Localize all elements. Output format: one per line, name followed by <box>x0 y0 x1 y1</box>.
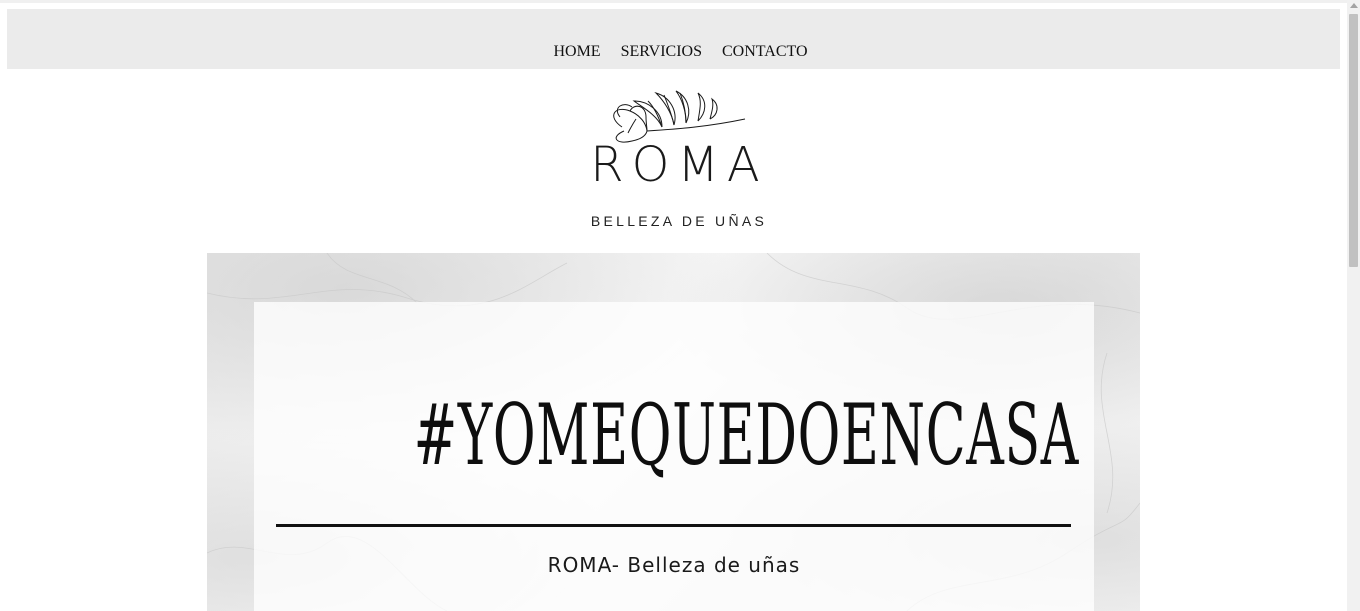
hero-subtitle: ROMA- Belleza de uñas <box>547 553 801 577</box>
top-strip <box>0 0 1347 3</box>
hero-heading: #YOMEQUEDOENCASA <box>413 386 1079 484</box>
brand-wordmark: ROMA <box>590 137 768 193</box>
hero-divider <box>276 524 1071 527</box>
scrollbar-thumb[interactable] <box>1349 14 1358 267</box>
nav-list: HOME SERVICIOS CONTACTO <box>7 43 1340 61</box>
scroll-up-arrow-icon[interactable] <box>1350 3 1358 8</box>
nav-link-contacto[interactable]: CONTACTO <box>722 43 808 60</box>
nav-link-servicios[interactable]: SERVICIOS <box>621 43 702 60</box>
brand-tagline: BELLEZA DE UÑAS <box>590 213 768 229</box>
brand-logo[interactable]: ROMA BELLEZA DE UÑAS <box>560 85 790 235</box>
nav-item-servicios: SERVICIOS <box>621 43 702 61</box>
nav-item-contacto: CONTACTO <box>722 43 808 61</box>
top-navbar: HOME SERVICIOS CONTACTO <box>7 9 1340 69</box>
hero-banner: #YOMEQUEDOENCASA ROMA- Belleza de uñas <box>207 253 1140 611</box>
nav-link-home[interactable]: HOME <box>553 43 600 60</box>
page: HOME SERVICIOS CONTACTO ROMA BELLEZA DE … <box>0 0 1360 611</box>
hero-card: #YOMEQUEDOENCASA ROMA- Belleza de uñas <box>254 302 1094 611</box>
vertical-scrollbar[interactable] <box>1347 0 1360 611</box>
nav-item-home: HOME <box>553 43 600 61</box>
